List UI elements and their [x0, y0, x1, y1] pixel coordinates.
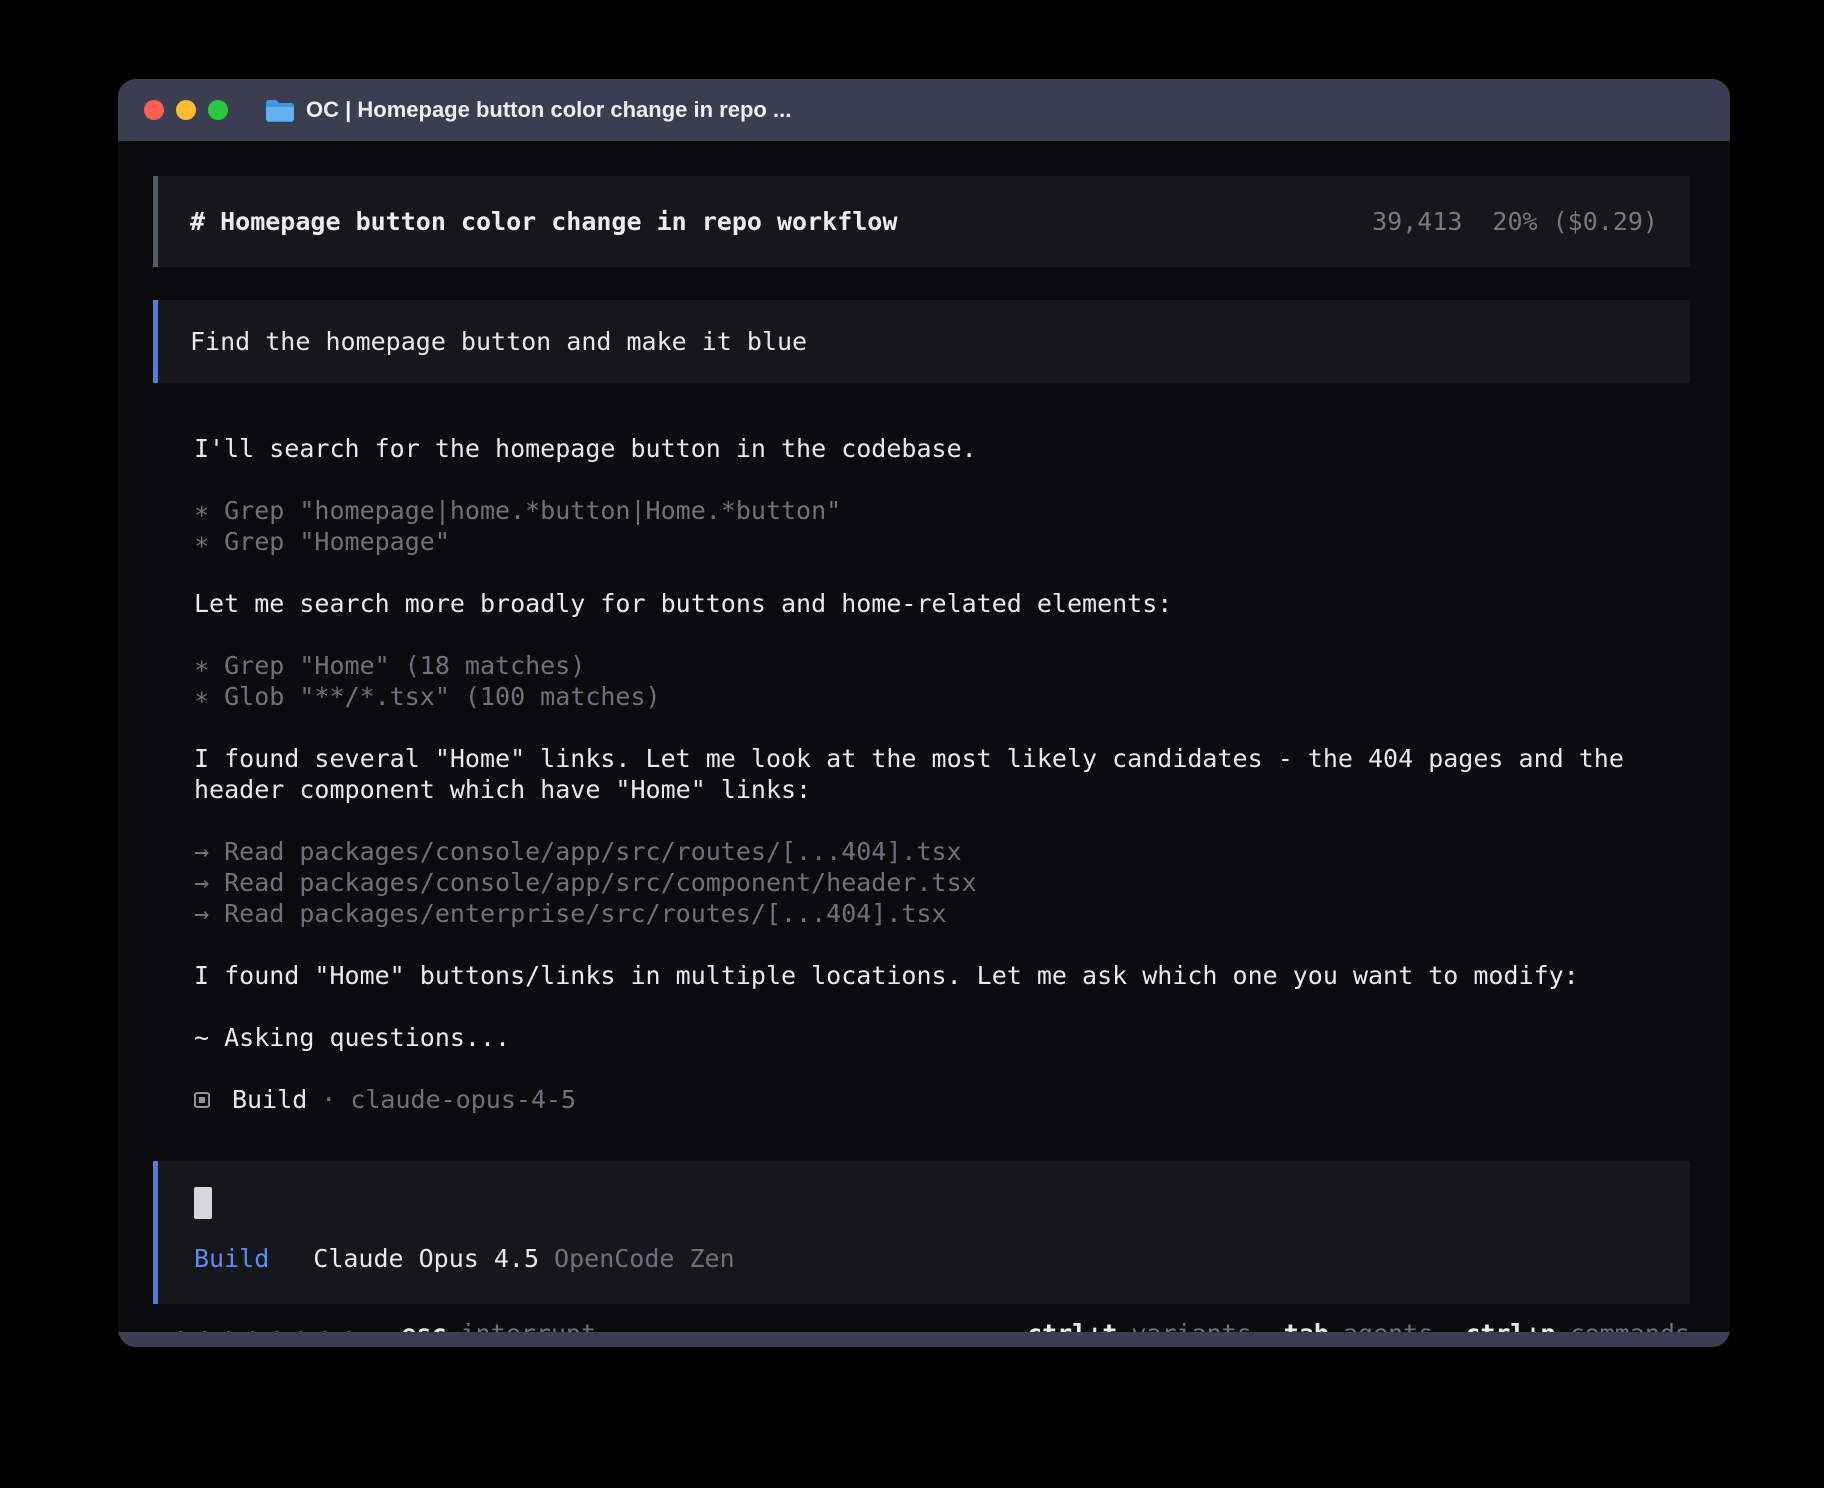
text-cursor [194, 1187, 212, 1219]
tool-call-grep: ∗ Grep "Home" (18 matches) [194, 650, 1690, 681]
user-message-text: Find the homepage button and make it blu… [190, 327, 807, 356]
tool-call-group: ∗ Grep "Home" (18 matches) ∗ Glob "**/*.… [194, 650, 1690, 712]
mode-label: Build [194, 1243, 269, 1274]
context-usage: 20% ($0.29) [1492, 206, 1658, 237]
hint-key: ctrl+p [1465, 1318, 1555, 1332]
agent-status-row: Build · claude-opus-4-5 [194, 1084, 1690, 1115]
agent-name: Build [232, 1084, 307, 1115]
activity-dots: ········ [173, 1318, 365, 1332]
hint-key: esc [401, 1318, 446, 1332]
hint-interrupt: esc interrupt [401, 1318, 596, 1332]
close-button[interactable] [144, 100, 164, 120]
minimize-button[interactable] [176, 100, 196, 120]
hint-key: tab [1284, 1318, 1329, 1332]
folder-icon [264, 98, 294, 122]
assistant-transcript: I'll search for the homepage button in t… [194, 433, 1690, 1146]
session-stats: 39,413 20% ($0.29) [1372, 206, 1658, 237]
tool-call-read: → Read packages/console/app/src/routes/[… [194, 836, 1690, 867]
assistant-text: I'll search for the homepage button in t… [194, 433, 1690, 464]
terminal-content: # Homepage button color change in repo w… [118, 141, 1730, 1332]
hint-label: agents [1343, 1318, 1433, 1332]
hint-label: interrupt [461, 1318, 596, 1332]
session-title: # Homepage button color change in repo w… [190, 206, 897, 237]
window-bottom-frame [118, 1332, 1730, 1347]
token-count: 39,413 [1372, 206, 1462, 237]
window-title: OC | Homepage button color change in rep… [306, 97, 791, 123]
tool-call-group: ∗ Grep "homepage|home.*button|Home.*butt… [194, 495, 1690, 557]
zoom-button[interactable] [208, 100, 228, 120]
agent-build-icon [194, 1092, 210, 1108]
agent-model: claude-opus-4-5 [350, 1084, 576, 1115]
input-meta-row: Build Claude Opus 4.5 OpenCode Zen [194, 1243, 1658, 1274]
tool-call-glob: ∗ Glob "**/*.tsx" (100 matches) [194, 681, 1690, 712]
terminal-window: OC | Homepage button color change in rep… [118, 79, 1730, 1347]
agent-separator: · [321, 1084, 336, 1115]
hint-agents: tab agents [1284, 1318, 1433, 1332]
tool-call-grep: ∗ Grep "homepage|home.*button|Home.*butt… [194, 495, 1690, 526]
assistant-text: I found "Home" buttons/links in multiple… [194, 960, 1690, 991]
hint-commands: ctrl+p commands [1465, 1318, 1690, 1332]
hint-label: variants [1131, 1318, 1251, 1332]
tool-call-group: → Read packages/console/app/src/routes/[… [194, 836, 1690, 929]
hint-key: ctrl+t [1027, 1318, 1117, 1332]
tool-call-read: → Read packages/console/app/src/componen… [194, 867, 1690, 898]
model-label: Claude Opus 4.5 [313, 1243, 539, 1274]
window-titlebar: OC | Homepage button color change in rep… [118, 79, 1730, 141]
assistant-text: Let me search more broadly for buttons a… [194, 588, 1690, 619]
tool-call-read: → Read packages/enterprise/src/routes/[.… [194, 898, 1690, 929]
provider-label: OpenCode Zen [554, 1243, 735, 1274]
tool-call-grep: ∗ Grep "Homepage" [194, 526, 1690, 557]
status-bar: ········ esc interrupt ctrl+t variants t… [153, 1318, 1690, 1332]
hint-label: commands [1570, 1318, 1690, 1332]
prompt-input[interactable]: Build Claude Opus 4.5 OpenCode Zen [153, 1161, 1690, 1304]
hint-group-right: ctrl+t variants tab agents ctrl+p comman… [1027, 1318, 1690, 1332]
traffic-lights [144, 100, 228, 120]
assistant-text: I found several "Home" links. Let me loo… [194, 743, 1690, 805]
hint-variants: ctrl+t variants [1027, 1318, 1252, 1332]
session-header: # Homepage button color change in repo w… [153, 176, 1690, 267]
user-message: Find the homepage button and make it blu… [153, 300, 1690, 383]
asking-questions-status: ~ Asking questions... [194, 1022, 1690, 1053]
